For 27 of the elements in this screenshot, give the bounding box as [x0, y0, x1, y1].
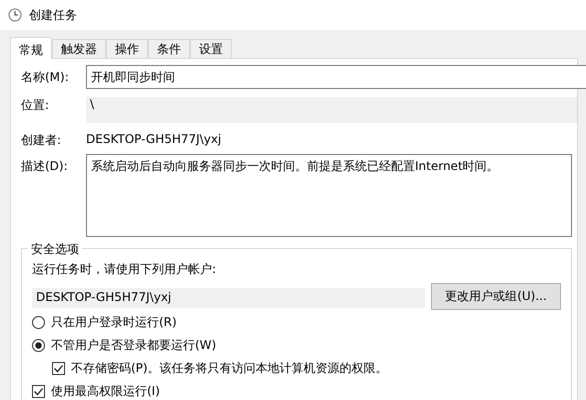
field-label: 描述(D): — [21, 158, 69, 175]
change-user-button[interactable]: 更改用户或组(U)... — [431, 283, 561, 310]
author-value: DESKTOP-GH5H77J\yxj — [86, 131, 222, 146]
location-field: \ — [86, 97, 577, 123]
clock-icon — [8, 8, 22, 22]
account-field: DESKTOP-GH5H77J\yxj — [32, 288, 425, 308]
window-title: 创建任务 — [29, 6, 77, 24]
tab[interactable]: 设置 — [190, 39, 232, 58]
tab[interactable]: 条件 — [148, 39, 190, 58]
tab[interactable]: 常规 — [10, 37, 52, 59]
checkbox[interactable] — [52, 362, 65, 375]
option-label: 不存储密码(P)。该任务将只有访问本地计算机资源的权限。 — [71, 360, 388, 377]
option-label: 只在用户登录时运行(R) — [51, 314, 177, 331]
radio-button[interactable] — [32, 339, 45, 352]
tab[interactable]: 触发器 — [52, 39, 106, 58]
option-label: 使用最高权限运行(I) — [51, 383, 160, 400]
account-prompt: 运行任务时，请使用下列用户帐户: — [32, 262, 216, 276]
field-label: 创建者: — [21, 132, 62, 149]
checkbox[interactable] — [32, 385, 45, 398]
name-field[interactable]: 开机即同步时间 — [86, 65, 586, 89]
radio-button[interactable] — [32, 316, 45, 329]
group-title: 安全选项 — [28, 241, 82, 258]
field-label: 位置: — [21, 97, 50, 114]
tab[interactable]: 操作 — [106, 39, 148, 58]
field-label: 名称(M): — [21, 69, 70, 86]
option-label: 不管用户是否登录都要运行(W) — [51, 337, 216, 354]
description-field[interactable]: 系统启动后自动向服务器同步一次时间。前提是系统已经配置Internet时间。 — [86, 154, 572, 237]
